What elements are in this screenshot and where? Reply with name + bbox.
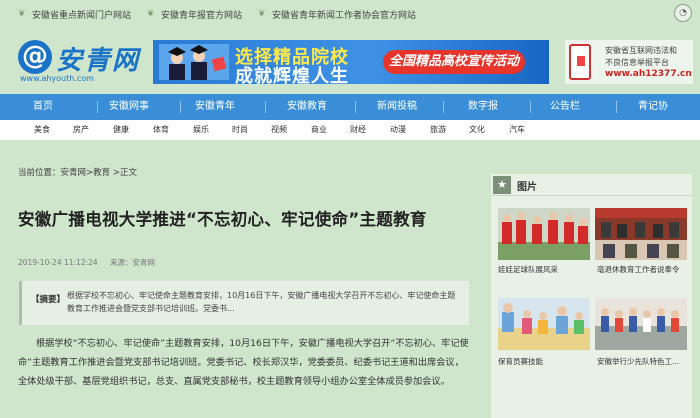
article-summary: 【摘要】 根据学校不忘初心、牢记使命主题教育安排，10月16日下午，安徽广播电视… [18, 280, 470, 326]
report-line-1: 安徽省互联网违法和 [605, 46, 677, 55]
photo-thumb-football[interactable] [498, 208, 590, 260]
nav-divider [443, 101, 444, 113]
photo-childcare-image [498, 298, 590, 350]
nav-divider [355, 101, 356, 113]
at-logo-icon: @ [18, 40, 52, 74]
phone-icon [569, 44, 591, 80]
nav-item-education[interactable]: 安徽教育 [278, 94, 336, 120]
nav-item-anhui-news[interactable]: 安徽网事 [100, 94, 158, 120]
category-realestate[interactable]: 房产 [73, 124, 89, 135]
graduates-icon [159, 44, 229, 80]
top-link-label: 安徽省重点新闻门户网站 [32, 11, 132, 21]
category-fashion[interactable]: 时尚 [232, 124, 248, 135]
breadcrumb[interactable]: 当前位置：安青网>教育 >正文 [18, 166, 137, 178]
top-link-portal[interactable]: ❦ 安徽省重点新闻门户网站 [18, 8, 132, 22]
photo-caption[interactable]: 保育员赛技能 [498, 356, 593, 367]
photo-caption[interactable]: 娃娃足球队展风采 [498, 264, 593, 275]
category-sports[interactable]: 体育 [153, 124, 169, 135]
nav-divider [265, 101, 266, 113]
nav-divider [97, 101, 98, 113]
summary-tag: 【摘要】 [31, 295, 66, 305]
article-body: 根据学校“不忘初心、牢记使命”主题教育安排，10月16日下午，安徽广播电视大学召… [18, 338, 469, 387]
nav-item-submit[interactable]: 新闻投稿 [368, 94, 426, 120]
nav-item-journalist-assoc[interactable]: 青记协 [624, 94, 682, 120]
report-site: www.ah12377.cn [605, 69, 692, 79]
photo-thumb-young-pioneers[interactable] [595, 298, 687, 350]
photo-caption[interactable]: 安徽举行少先队特色工... [597, 356, 692, 367]
photo-pioneers-image [595, 298, 687, 350]
report-line-2: 不良信息举报平台 [605, 58, 669, 67]
banner-headline-2: 成就辉煌人生 [235, 66, 349, 84]
nav-item-notice[interactable]: 公告栏 [536, 94, 594, 120]
article-meta: 2019-10-24 11:12:24 来源：安青网 [18, 257, 165, 268]
logo-url: www.ahyouth.com [20, 74, 94, 83]
leaf-icon: ❦ [18, 9, 26, 19]
category-culture[interactable]: 文化 [469, 124, 485, 135]
summary-accent-bar [19, 281, 22, 325]
sidebar-heading: 图片 [517, 182, 537, 193]
nav-divider [616, 101, 617, 113]
category-finance[interactable]: 财经 [350, 124, 366, 135]
sidebar-header: ★ 图片 [491, 174, 692, 196]
nav-item-digital-paper[interactable]: 数字报 [454, 94, 512, 120]
nav-divider [530, 101, 531, 113]
nav-item-anhui-youth[interactable]: 安徽青年 [186, 94, 244, 120]
user-icon[interactable]: ◔ [674, 4, 692, 22]
category-travel[interactable]: 旅游 [430, 124, 446, 135]
top-link-newspaper[interactable]: ❦ 安徽青年报官方网站 [147, 8, 243, 22]
category-food[interactable]: 美食 [34, 124, 50, 135]
category-video[interactable]: 视频 [271, 124, 287, 135]
site-header: @ 安青网 www.ahyouth.com 选择精品院校 成就辉煌人生 全国精品… [0, 28, 700, 94]
photo-caption[interactable]: 亳退休教育工作者说奉令 [597, 264, 692, 275]
top-link-association[interactable]: ❦ 安徽省青年新闻工作者协会官方网站 [258, 8, 417, 22]
summary-text: 根据学校不忘初心、牢记使命主题教育安排，10月16日下午，安徽广播电视大学召开不… [67, 291, 456, 313]
photo-retired-image [595, 208, 687, 260]
article-source: 来源：安青网 [110, 258, 156, 267]
top-bar: ❦ 安徽省重点新闻门户网站 ❦ 安徽青年报官方网站 ❦ 安徽省青年新闻工作者协会… [0, 0, 700, 28]
category-animation[interactable]: 动漫 [390, 124, 406, 135]
article-date: 2019-10-24 11:12:24 [18, 258, 98, 267]
star-icon: ★ [493, 176, 511, 194]
photo-football-image [498, 208, 590, 260]
leaf-icon: ❦ [147, 9, 155, 19]
nav-item-home[interactable]: 首页 [14, 94, 72, 120]
photo-thumb-childcare[interactable] [498, 298, 590, 350]
category-nav: 美食 房产 健康 体育 娱乐 时尚 视频 商业 财经 动漫 旅游 文化 汽车 [0, 120, 700, 140]
main-nav: 首页 安徽网事 安徽青年 安徽教育 新闻投稿 数字报 公告栏 青记协 [0, 94, 700, 120]
category-entertainment[interactable]: 娱乐 [193, 124, 209, 135]
leaf-icon: ❦ [258, 9, 266, 19]
nav-divider [180, 101, 181, 113]
logo-name: 安青网 [56, 46, 141, 76]
banner-campaign-pill: 全国精品高校宣传活动 [383, 50, 525, 74]
article-title: 安徽广播电视大学推进“不忘初心、牢记使命”主题教育 [18, 210, 427, 229]
campaign-banner[interactable]: 选择精品院校 成就辉煌人生 全国精品高校宣传活动 [153, 40, 549, 84]
category-business[interactable]: 商业 [311, 124, 327, 135]
category-health[interactable]: 健康 [113, 124, 129, 135]
site-logo[interactable]: @ 安青网 www.ahyouth.com [18, 40, 143, 86]
report-platform-ad[interactable]: 安徽省互联网违法和 不良信息举报平台 www.ah12377.cn [565, 40, 693, 84]
top-link-label: 安徽省青年新闻工作者协会官方网站 [272, 11, 417, 21]
top-link-label: 安徽青年报官方网站 [161, 11, 243, 21]
photo-sidebar: ★ 图片 娃娃足球队展风采 亳退休教育工作者说奉令 保育员赛技能 安徽举行少先队… [491, 174, 692, 418]
photo-thumb-retired-teachers[interactable] [595, 208, 687, 260]
category-auto[interactable]: 汽车 [509, 124, 525, 135]
